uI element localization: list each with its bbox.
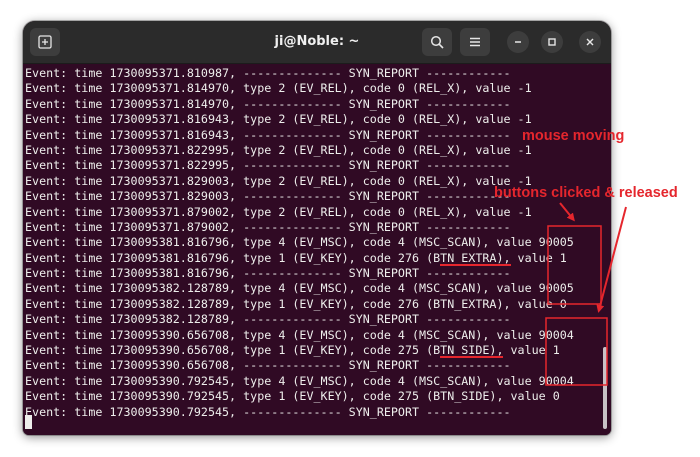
terminal-line: Event: time 1730095371.814970, type 2 (E… (25, 81, 532, 96)
terminal-output[interactable]: Event: time 1730095371.810987, ---------… (23, 64, 611, 435)
terminal-line: Event: time 1730095371.814970, ---------… (25, 96, 511, 111)
terminal-line: Event: time 1730095390.792545, type 1 (E… (25, 389, 560, 404)
terminal-line: Event: time 1730095371.879002, type 2 (E… (25, 204, 532, 219)
text-cursor (25, 415, 32, 429)
minimize-icon (515, 41, 521, 43)
terminal-line: Event: time 1730095381.816796, type 1 (E… (25, 250, 567, 265)
minimize-button[interactable] (507, 31, 529, 53)
terminal-line: Event: time 1730095390.656708, type 4 (E… (25, 327, 574, 342)
search-button[interactable] (422, 28, 452, 56)
terminal-line: Event: time 1730095371.816943, ---------… (25, 127, 511, 142)
annotation-mouse-moving: mouse moving (522, 128, 625, 144)
window-title: ji@Noble: ~ (274, 34, 360, 49)
new-tab-icon (38, 35, 52, 49)
terminal-line: Event: time 1730095371.822995, ---------… (25, 158, 511, 173)
terminal-line: Event: time 1730095371.822995, type 2 (E… (25, 142, 532, 157)
maximize-button[interactable] (541, 31, 563, 53)
terminal-line: Event: time 1730095382.128789, type 4 (E… (25, 281, 574, 296)
terminal-window: ji@Noble: ~ Event: time 1730095371.81098… (23, 21, 611, 435)
terminal-line: Event: time 1730095390.656708, type 1 (E… (25, 343, 560, 358)
terminal-line: Event: time 1730095371.879002, ---------… (25, 219, 511, 234)
terminal-line: Event: time 1730095382.128789, type 1 (E… (25, 296, 567, 311)
close-button[interactable] (579, 31, 601, 53)
terminal-line: Event: time 1730095390.792545, type 4 (E… (25, 373, 574, 388)
titlebar: ji@Noble: ~ (23, 21, 611, 64)
search-icon (430, 35, 444, 49)
terminal-line: Event: time 1730095381.816796, type 4 (E… (25, 235, 574, 250)
scrollbar[interactable] (603, 347, 607, 429)
terminal-line: Event: time 1730095381.816796, ---------… (25, 266, 511, 281)
new-tab-button[interactable] (30, 28, 60, 56)
terminal-line: Event: time 1730095390.792545, ---------… (25, 404, 511, 419)
maximize-icon (548, 38, 556, 46)
terminal-line: Event: time 1730095371.810987, ---------… (25, 66, 511, 80)
menu-button[interactable] (460, 28, 490, 56)
terminal-line: Event: time 1730095382.128789, ---------… (25, 312, 511, 327)
hamburger-menu-icon (470, 37, 480, 47)
terminal-lines: Event: time 1730095371.810987, ---------… (25, 66, 574, 420)
close-icon (586, 38, 594, 46)
terminal-line: Event: time 1730095371.829003, ---------… (25, 189, 511, 204)
terminal-line: Event: time 1730095371.829003, type 2 (E… (25, 173, 532, 188)
terminal-line: Event: time 1730095390.656708, ---------… (25, 358, 511, 373)
annotation-buttons-clicked: buttons clicked & released (494, 185, 678, 201)
terminal-line: Event: time 1730095371.816943, type 2 (E… (25, 112, 532, 127)
